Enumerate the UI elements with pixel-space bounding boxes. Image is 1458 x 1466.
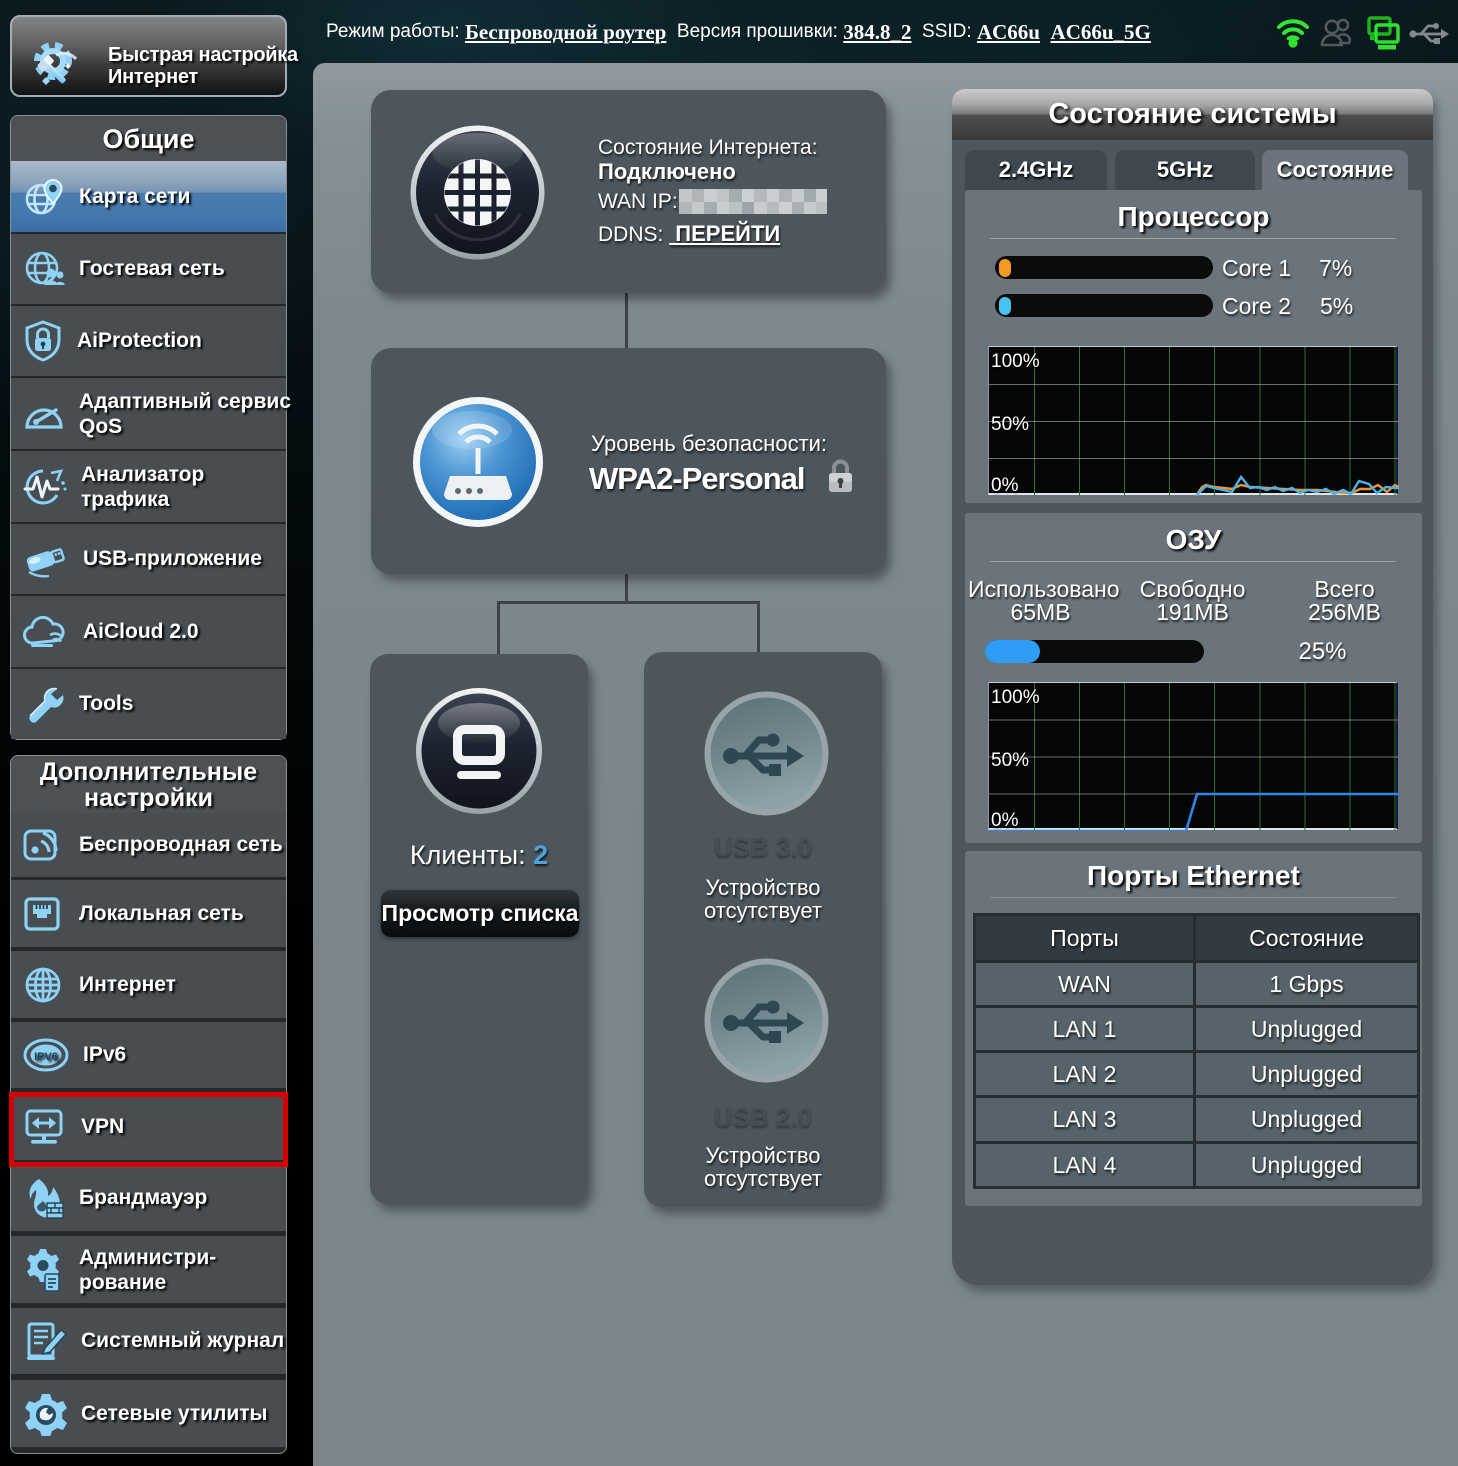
svg-text:IPV6: IPV6 — [34, 1051, 58, 1063]
